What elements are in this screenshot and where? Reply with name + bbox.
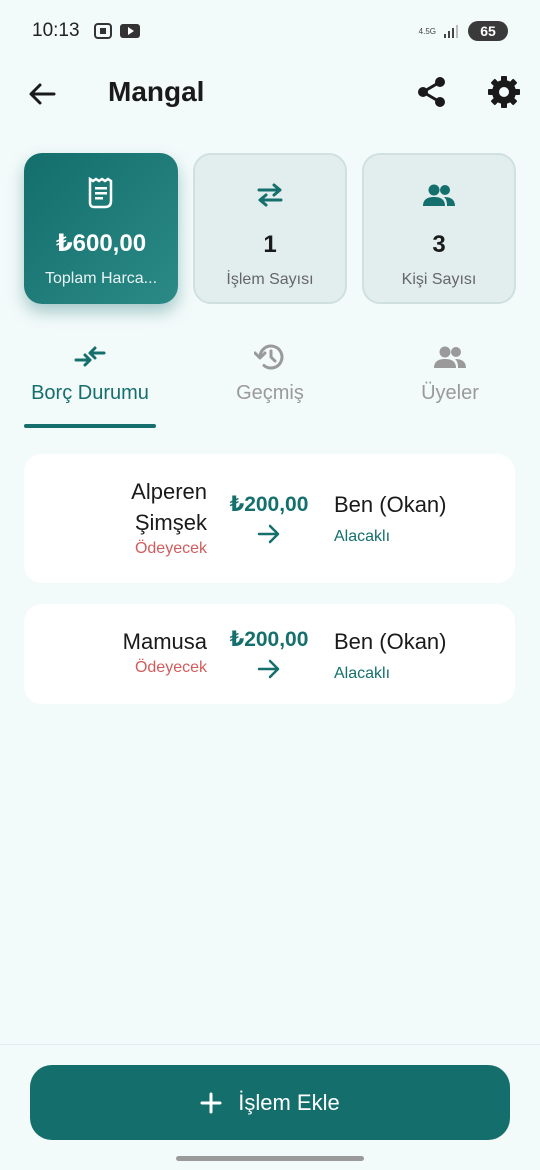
creditor-status: Alacaklı [334, 665, 391, 682]
tab-history[interactable]: Geçmiş [212, 336, 328, 432]
network-type: 4.5G [418, 26, 436, 36]
debt-amount: ₺200,00 [224, 492, 314, 545]
stat-label: Toplam Harca... [44, 270, 158, 287]
creditor: Ben (Okan) Alacaklı [334, 629, 447, 683]
stat-card-member-count[interactable]: 3 Kişi Sayısı [362, 153, 516, 304]
app-bar: Mangal [0, 62, 540, 124]
signal-icon [444, 25, 458, 38]
history-icon [254, 340, 286, 374]
active-tab-indicator [24, 424, 156, 428]
debt-card[interactable]: Mamusa Ödeyecek ₺200,00 Ben (Okan) Alaca… [24, 604, 515, 704]
stat-value: 1 [263, 231, 277, 258]
debtor: Alperen Şimşek Ödeyecek [131, 476, 207, 558]
plus-icon [200, 1092, 222, 1113]
status-bar: 10:13 4.5G 65 [0, 0, 540, 62]
tab-label: Üyeler [421, 382, 479, 404]
page-title: Mangal [108, 76, 205, 107]
battery-indicator: 65 [468, 21, 508, 41]
creditor-status: Alacaklı [334, 528, 391, 545]
people-icon [433, 340, 467, 374]
debtor-name-line1: Mamusa [122, 629, 207, 654]
tab-bar: Borç Durumu Geçmiş Üyeler [0, 336, 540, 432]
home-indicator[interactable] [176, 1156, 364, 1161]
creditor-name: Ben (Okan) [334, 629, 447, 654]
share-icon[interactable] [414, 74, 450, 110]
add-transaction-button[interactable]: İşlem Ekle [30, 1065, 510, 1140]
add-transaction-label: İşlem Ekle [238, 1089, 340, 1115]
bottom-divider [0, 1044, 540, 1045]
stat-label: İşlem Sayısı [226, 271, 314, 288]
debt-amount: ₺200,00 [224, 627, 314, 680]
back-arrow-icon[interactable] [24, 76, 60, 112]
youtube-icon [119, 24, 140, 38]
debtor: Mamusa Ödeyecek [123, 626, 207, 677]
amount-value: ₺200,00 [229, 628, 309, 651]
status-system-icons: 4.5G 65 [419, 21, 508, 41]
swap-icon [255, 179, 285, 211]
debtor-name-line2: Şimşek [134, 510, 207, 535]
debt-card[interactable]: Alperen Şimşek Ödeyecek ₺200,00 Ben (Oka… [24, 454, 515, 583]
compare-arrows-icon [74, 340, 106, 374]
debtor-name-line1: Alperen [131, 479, 207, 504]
arrow-right-icon [224, 658, 314, 680]
arrow-right-icon [224, 523, 314, 545]
debtor-status: Ödeyecek [134, 659, 207, 676]
stat-label: Kişi Sayısı [401, 271, 477, 288]
stat-card-transaction-count[interactable]: 1 İşlem Sayısı [193, 153, 347, 304]
stat-card-total-spent[interactable]: ₺600,00 Toplam Harca... [24, 153, 178, 304]
amount-value: ₺200,00 [229, 493, 309, 516]
tab-label: Geçmiş [236, 382, 304, 404]
status-time: 10:13 [32, 20, 80, 41]
creditor-name: Ben (Okan) [334, 492, 447, 517]
tab-debt-status[interactable]: Borç Durumu [24, 336, 156, 432]
gear-icon[interactable] [486, 74, 522, 110]
status-notification-icons [93, 23, 140, 39]
people-icon [422, 179, 456, 211]
screen-record-icon [93, 23, 112, 39]
creditor: Ben (Okan) Alacaklı [334, 492, 447, 546]
receipt-icon [87, 177, 115, 209]
debtor-status: Ödeyecek [134, 540, 207, 557]
stat-value: 3 [432, 231, 446, 258]
stat-value: ₺600,00 [55, 230, 147, 257]
tab-label: Borç Durumu [31, 382, 149, 404]
tab-members[interactable]: Üyeler [396, 336, 504, 432]
